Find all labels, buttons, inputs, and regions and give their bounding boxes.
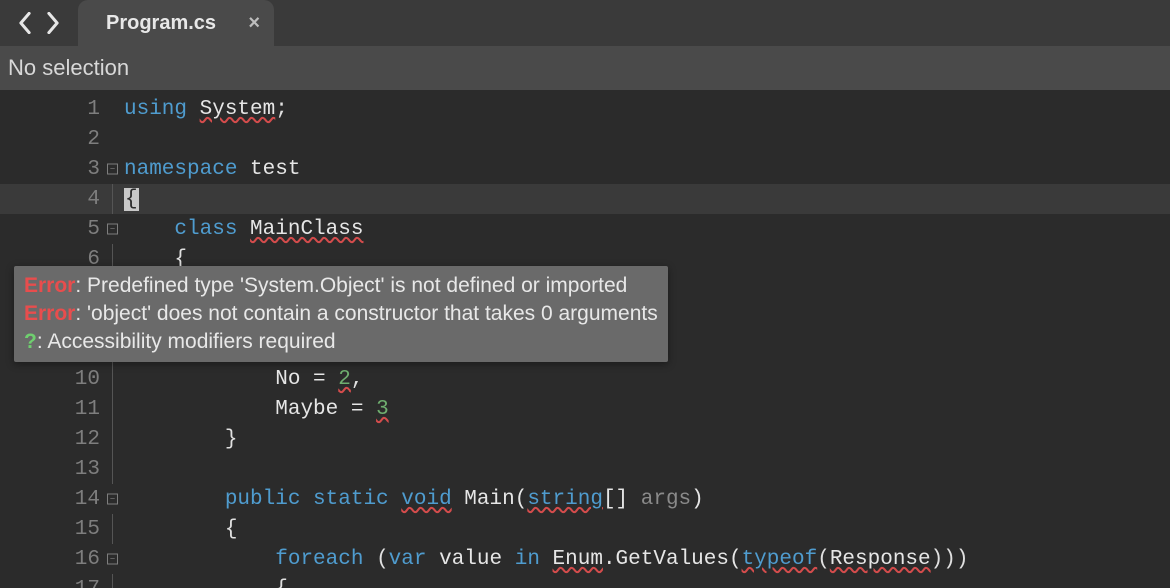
code-token [124, 398, 275, 421]
code-token: Maybe = [275, 398, 376, 421]
close-icon[interactable]: × [248, 13, 260, 33]
fold-guide [112, 424, 113, 454]
tab-program-cs[interactable]: Program.cs × [78, 0, 274, 46]
tooltip-message: : 'object' does not contain a constructo… [75, 302, 657, 325]
code-token: foreach [275, 548, 376, 571]
gutter-line: 5− [0, 214, 120, 244]
code-token: } [124, 428, 237, 451]
code-token: , [351, 368, 364, 391]
code-line[interactable]: } [120, 424, 1170, 454]
gutter-line: 13 [0, 454, 120, 484]
code-token: MainClass [250, 218, 363, 241]
tooltip-row: Error: Predefined type 'System.Object' i… [24, 272, 658, 300]
tab-label: Program.cs [106, 12, 216, 35]
breadcrumb-text: No selection [8, 55, 129, 81]
tooltip-severity: ? [24, 330, 37, 353]
fold-guide [112, 364, 113, 394]
code-token: class [174, 218, 250, 241]
code-token: ))) [931, 548, 969, 571]
code-token: 2 [338, 368, 351, 391]
code-line[interactable]: Maybe = 3 [120, 394, 1170, 424]
code-token: typeof [742, 548, 818, 571]
gutter-line: 2 [0, 124, 120, 154]
code-line[interactable]: { [120, 514, 1170, 544]
code-token: in [515, 548, 553, 571]
breadcrumb-bar[interactable]: No selection [0, 46, 1170, 90]
nav-back-icon[interactable] [18, 12, 32, 34]
nav-forward-icon[interactable] [46, 12, 60, 34]
tooltip-row: Error: 'object' does not contain a const… [24, 300, 658, 328]
gutter-line: 3− [0, 154, 120, 184]
error-tooltip: Error: Predefined type 'System.Object' i… [14, 266, 668, 362]
code-token: { [124, 188, 139, 211]
code-line[interactable]: namespace test [120, 154, 1170, 184]
code-token: value [439, 548, 515, 571]
fold-toggle-icon[interactable]: − [107, 554, 118, 565]
code-line[interactable]: { [120, 184, 1170, 214]
code-token: [] [603, 488, 641, 511]
code-token: { [124, 518, 237, 541]
gutter-line: 14− [0, 484, 120, 514]
code-token: 3 [376, 398, 389, 421]
tooltip-severity: Error [24, 302, 75, 325]
code-token [124, 218, 174, 241]
gutter-line: 1 [0, 94, 120, 124]
fold-guide [112, 574, 113, 588]
code-token: using [124, 98, 200, 121]
code-token: var [389, 548, 439, 571]
tooltip-message: : Accessibility modifiers required [37, 330, 336, 353]
code-token: Response [830, 548, 931, 571]
code-line[interactable]: class MainClass [120, 214, 1170, 244]
code-line[interactable]: using System; [120, 94, 1170, 124]
nav-arrows [0, 12, 78, 34]
gutter-line: 16− [0, 544, 120, 574]
gutter-line: 11 [0, 394, 120, 424]
tooltip-severity: Error [24, 274, 75, 297]
code-token: { [124, 578, 288, 588]
fold-guide [112, 184, 113, 214]
code-token: ( [817, 548, 830, 571]
fold-guide [112, 454, 113, 484]
code-token [124, 488, 225, 511]
fold-guide [112, 514, 113, 544]
code-token: Enum [553, 548, 603, 571]
gutter-line: 15 [0, 514, 120, 544]
code-token: ( [376, 548, 389, 571]
code-token: System [200, 98, 276, 121]
code-token: namespace [124, 158, 250, 181]
code-line[interactable]: { [120, 574, 1170, 588]
code-line[interactable] [120, 124, 1170, 154]
gutter-line: 12 [0, 424, 120, 454]
tooltip-row: ?: Accessibility modifiers required [24, 328, 658, 356]
code-token: void [401, 488, 451, 511]
code-token: ; [275, 98, 288, 121]
code-token: test [250, 158, 300, 181]
code-token: public static [225, 488, 401, 511]
code-token: No = [275, 368, 338, 391]
code-line[interactable] [120, 454, 1170, 484]
code-token: string [527, 488, 603, 511]
tooltip-message: : Predefined type 'System.Object' is not… [75, 274, 627, 297]
code-token [124, 548, 275, 571]
code-line[interactable]: No = 2, [120, 364, 1170, 394]
code-line[interactable]: foreach (var value in Enum.GetValues(typ… [120, 544, 1170, 574]
code-line[interactable]: public static void Main(string[] args) [120, 484, 1170, 514]
gutter-line: 4 [0, 184, 120, 214]
fold-toggle-icon[interactable]: − [107, 224, 118, 235]
code-token: .GetValues( [603, 548, 742, 571]
gutter-line: 10 [0, 364, 120, 394]
code-token: ) [691, 488, 704, 511]
code-token: args [641, 488, 691, 511]
code-token [124, 368, 275, 391]
fold-guide [112, 394, 113, 424]
code-editor[interactable]: 123−45−67891011121314−1516−17 using Syst… [0, 90, 1170, 588]
tab-bar: Program.cs × [0, 0, 1170, 46]
fold-toggle-icon[interactable]: − [107, 164, 118, 175]
gutter-line: 17 [0, 574, 120, 588]
code-token: Main( [452, 488, 528, 511]
fold-toggle-icon[interactable]: − [107, 494, 118, 505]
